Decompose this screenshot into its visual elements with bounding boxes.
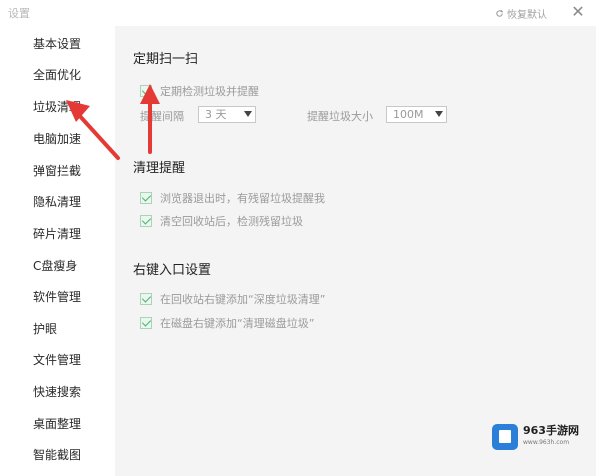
sidebar-item-junk-cleanup[interactable]: 垃圾清理 bbox=[0, 92, 115, 122]
checkbox-checked-icon[interactable] bbox=[140, 85, 152, 97]
sidebar-item-pc-speedup[interactable]: 电脑加速 bbox=[0, 124, 115, 154]
sidebar-item-label: C盘瘦身 bbox=[33, 259, 78, 273]
restore-defaults-button[interactable]: 恢复默认 bbox=[495, 6, 547, 21]
sidebar-item-desktop-organize[interactable]: 桌面整理 bbox=[0, 409, 115, 439]
sidebar-item-privacy-cleanup[interactable]: 隐私清理 bbox=[0, 187, 115, 217]
interval-select-value: 3 天 bbox=[205, 108, 227, 121]
sidebar-item-label: 弹窗拦截 bbox=[33, 164, 82, 178]
sidebar-item-label: 碎片清理 bbox=[33, 227, 82, 241]
section-title-cleanup-reminder: 清理提醒 bbox=[133, 161, 186, 176]
settings-sidebar: 基本设置 全面优化 垃圾清理 电脑加速 弹窗拦截 隐私清理 碎片清理 C盘瘦身 … bbox=[0, 26, 115, 476]
sidebar-item-eye-care[interactable]: 护眼 bbox=[0, 314, 115, 344]
chevron-down-icon bbox=[435, 111, 443, 117]
checkbox-checked-icon[interactable] bbox=[140, 192, 152, 204]
size-threshold-select-value: 100M bbox=[393, 108, 424, 121]
sidebar-item-label: 智能截图 bbox=[33, 448, 82, 462]
sidebar-item-full-optimize[interactable]: 全面优化 bbox=[0, 60, 115, 90]
title-bar: 设置 恢复默认 ✕ bbox=[0, 0, 596, 26]
sidebar-item-quick-search[interactable]: 快速搜索 bbox=[0, 377, 115, 407]
sidebar-item-fragment-cleanup[interactable]: 碎片清理 bbox=[0, 219, 115, 249]
sidebar-item-smart-screenshot[interactable]: 智能截图 bbox=[0, 440, 115, 470]
section-title-context-menu: 右键入口设置 bbox=[133, 263, 212, 278]
window-title: 设置 bbox=[8, 7, 30, 20]
checkbox-label: 在磁盘右键添加“清理磁盘垃圾” bbox=[160, 317, 315, 330]
sidebar-item-label: 垃圾清理 bbox=[33, 100, 82, 114]
interval-label: 提醒间隔 bbox=[140, 110, 184, 123]
chevron-down-icon bbox=[244, 111, 252, 117]
checkbox-row-recycle-bin-menu[interactable]: 在回收站右键添加“深度垃圾清理” bbox=[140, 291, 325, 307]
sidebar-item-popup-blocker[interactable]: 弹窗拦截 bbox=[0, 156, 115, 186]
settings-content-panel: 定期扫一扫 定期检测垃圾并提醒 提醒间隔 3 天 提醒垃圾大小 100M 清理提… bbox=[115, 26, 596, 476]
checkbox-checked-icon[interactable] bbox=[140, 317, 152, 329]
watermark-brand: 963手游网 bbox=[523, 424, 579, 437]
watermark-url: www.963h.com bbox=[523, 439, 570, 446]
checkbox-row-scheduled-detect[interactable]: 定期检测垃圾并提醒 bbox=[140, 83, 259, 99]
close-icon[interactable]: ✕ bbox=[570, 2, 586, 21]
sidebar-item-c-drive-slim[interactable]: C盘瘦身 bbox=[0, 251, 115, 281]
sidebar-item-label: 基本设置 bbox=[33, 37, 82, 51]
sidebar-item-software-manager[interactable]: 软件管理 bbox=[0, 282, 115, 312]
checkbox-label: 在回收站右键添加“深度垃圾清理” bbox=[160, 293, 326, 306]
sidebar-item-label: 全面优化 bbox=[33, 68, 82, 82]
sidebar-item-label: 快速搜索 bbox=[33, 385, 82, 399]
section-title-scheduled-scan: 定期扫一扫 bbox=[133, 52, 199, 67]
size-threshold-label: 提醒垃圾大小 bbox=[307, 110, 373, 123]
sidebar-item-file-manager[interactable]: 文件管理 bbox=[0, 345, 115, 375]
checkbox-row-browser-exit[interactable]: 浏览器退出时，有残留垃圾提醒我 bbox=[140, 190, 325, 206]
checkbox-row-disk-menu[interactable]: 在磁盘右键添加“清理磁盘垃圾” bbox=[140, 315, 314, 331]
sidebar-item-label: 护眼 bbox=[33, 322, 58, 336]
sidebar-item-label: 桌面整理 bbox=[33, 417, 82, 431]
sidebar-item-label: 隐私清理 bbox=[33, 195, 82, 209]
size-threshold-select[interactable]: 100M bbox=[386, 106, 447, 123]
sidebar-item-basic-settings[interactable]: 基本设置 bbox=[0, 29, 115, 59]
sidebar-item-label: 软件管理 bbox=[33, 290, 82, 304]
checkbox-checked-icon[interactable] bbox=[140, 215, 152, 227]
interval-select[interactable]: 3 天 bbox=[198, 106, 256, 123]
sidebar-item-label: 电脑加速 bbox=[33, 132, 82, 146]
checkbox-label: 浏览器退出时，有残留垃圾提醒我 bbox=[160, 192, 325, 205]
reset-icon bbox=[496, 9, 504, 17]
checkbox-label: 定期检测垃圾并提醒 bbox=[160, 85, 259, 98]
checkbox-label: 清空回收站后，检测残留垃圾 bbox=[160, 215, 303, 228]
watermark-text: 963手游网 www.963h.com bbox=[523, 425, 579, 449]
restore-defaults-label: 恢复默认 bbox=[507, 10, 547, 21]
checkbox-row-recycle-bin-empty[interactable]: 清空回收站后，检测残留垃圾 bbox=[140, 213, 303, 229]
sidebar-item-label: 文件管理 bbox=[33, 353, 82, 367]
site-watermark: 963手游网 www.963h.com bbox=[492, 424, 579, 450]
site-logo-icon bbox=[492, 424, 518, 450]
checkbox-checked-icon[interactable] bbox=[140, 293, 152, 305]
